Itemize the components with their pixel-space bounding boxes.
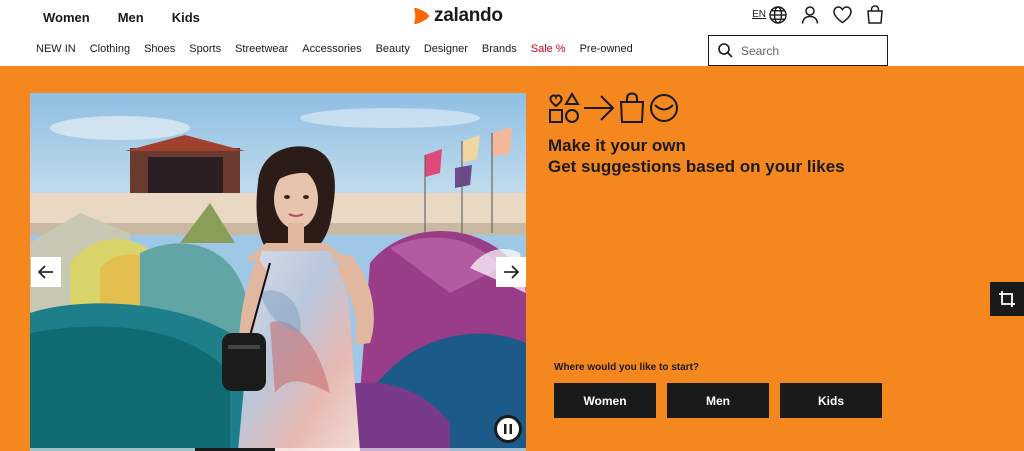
user-icon[interactable] xyxy=(801,5,819,24)
nav-designer[interactable]: Designer xyxy=(424,43,468,55)
promo-line-2: Get suggestions based on your likes xyxy=(548,157,845,176)
nav-sports[interactable]: Sports xyxy=(189,43,221,55)
heart-icon[interactable] xyxy=(833,5,852,24)
smile-icon xyxy=(650,94,678,122)
category-nav: NEW IN Clothing Shoes Sports Streetwear … xyxy=(36,43,633,55)
carousel-next-button[interactable] xyxy=(496,257,526,287)
language-switcher[interactable]: EN xyxy=(752,5,787,24)
shopping-bag-icon xyxy=(619,92,645,123)
nav-streetwear[interactable]: Streetwear xyxy=(235,43,288,55)
nav-clothing[interactable]: Clothing xyxy=(90,43,130,55)
arrow-right-icon xyxy=(584,95,615,121)
nav-beauty[interactable]: Beauty xyxy=(376,43,410,55)
zalando-logo[interactable]: zalando xyxy=(414,5,503,27)
start-women-button[interactable]: Women xyxy=(554,383,656,418)
start-button-group: Women Men Kids xyxy=(554,383,882,418)
nav-accessories[interactable]: Accessories xyxy=(302,43,361,55)
personalization-promo: Make it your own Get suggestions based o… xyxy=(548,91,845,177)
promo-line-1: Make it your own xyxy=(548,136,686,155)
site-header: Women Men Kids zalando EN NEW IN Clothin… xyxy=(0,0,1024,66)
gender-men-link[interactable]: Men xyxy=(118,10,144,25)
nav-shoes[interactable]: Shoes xyxy=(144,43,175,55)
pause-icon xyxy=(504,424,512,434)
hero-photo xyxy=(30,93,526,451)
festival-scene-image xyxy=(30,93,526,451)
logo-wordmark: zalando xyxy=(434,5,503,26)
promo-icon-row xyxy=(548,91,845,125)
carousel-prev-button[interactable] xyxy=(31,257,61,287)
arrow-right-icon xyxy=(504,265,519,279)
zalando-logo-icon xyxy=(414,7,429,25)
nav-new-in[interactable]: NEW IN xyxy=(36,43,76,55)
crop-feedback-tab[interactable] xyxy=(990,282,1024,316)
nav-pre-owned[interactable]: Pre-owned xyxy=(580,43,633,55)
language-code: EN xyxy=(752,9,766,20)
search-box[interactable] xyxy=(708,35,888,66)
start-prompt: Where would you like to start? xyxy=(554,362,700,373)
search-input[interactable] xyxy=(741,43,871,58)
shapes-icon xyxy=(549,92,580,123)
hero-banner: Make it your own Get suggestions based o… xyxy=(0,66,1024,451)
promo-title: Make it your own Get suggestions based o… xyxy=(548,135,845,177)
arrow-left-icon xyxy=(38,265,53,279)
gender-women-link[interactable]: Women xyxy=(43,10,90,25)
start-kids-button[interactable]: Kids xyxy=(780,383,882,418)
nav-sale[interactable]: Sale % xyxy=(531,43,566,55)
crop-icon xyxy=(999,291,1015,307)
carousel-pause-button[interactable] xyxy=(494,415,522,443)
start-men-button[interactable]: Men xyxy=(667,383,769,418)
bag-icon[interactable] xyxy=(866,5,884,24)
globe-icon xyxy=(769,5,787,24)
search-icon xyxy=(718,43,733,58)
gender-nav: Women Men Kids xyxy=(43,10,200,25)
nav-brands[interactable]: Brands xyxy=(482,43,517,55)
utility-nav: EN xyxy=(752,5,884,24)
gender-kids-link[interactable]: Kids xyxy=(172,10,200,25)
